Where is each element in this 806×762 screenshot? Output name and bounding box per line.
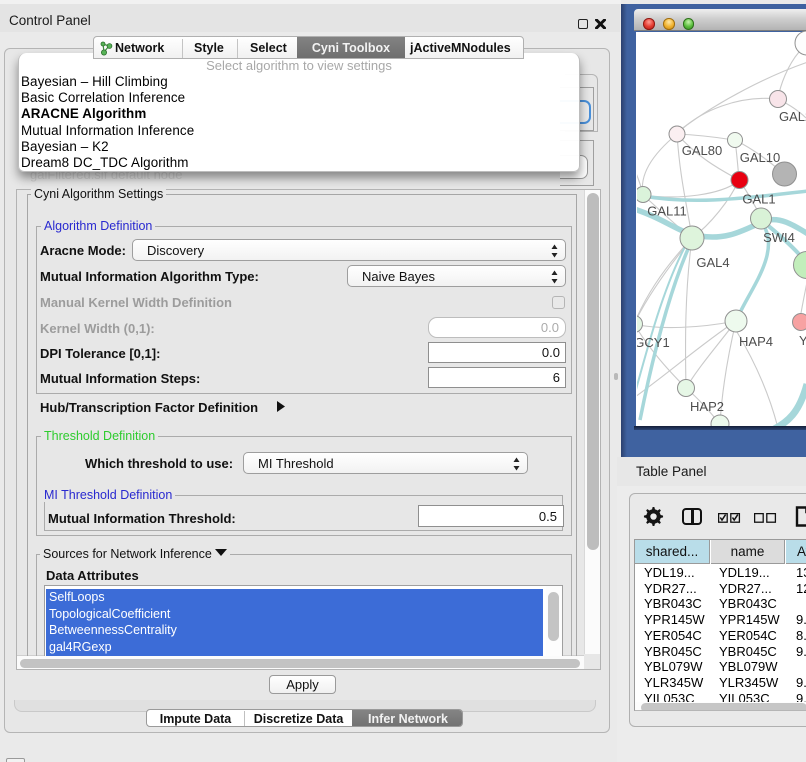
svg-text:GAL2: GAL2	[779, 109, 806, 124]
svg-text:SWI4: SWI4	[763, 230, 795, 245]
svg-text:GAL1: GAL1	[742, 192, 775, 207]
svg-text:HAP2: HAP2	[690, 399, 724, 414]
svg-text:YD: YD	[799, 333, 806, 348]
svg-text:HAP4: HAP4	[739, 334, 773, 349]
svg-text:GAL4: GAL4	[696, 255, 729, 270]
svg-text:GAL80: GAL80	[682, 143, 722, 158]
svg-text:GCY1: GCY1	[637, 335, 670, 350]
svg-text:GAL10: GAL10	[740, 150, 780, 165]
svg-text:GAL11: GAL11	[647, 204, 687, 219]
